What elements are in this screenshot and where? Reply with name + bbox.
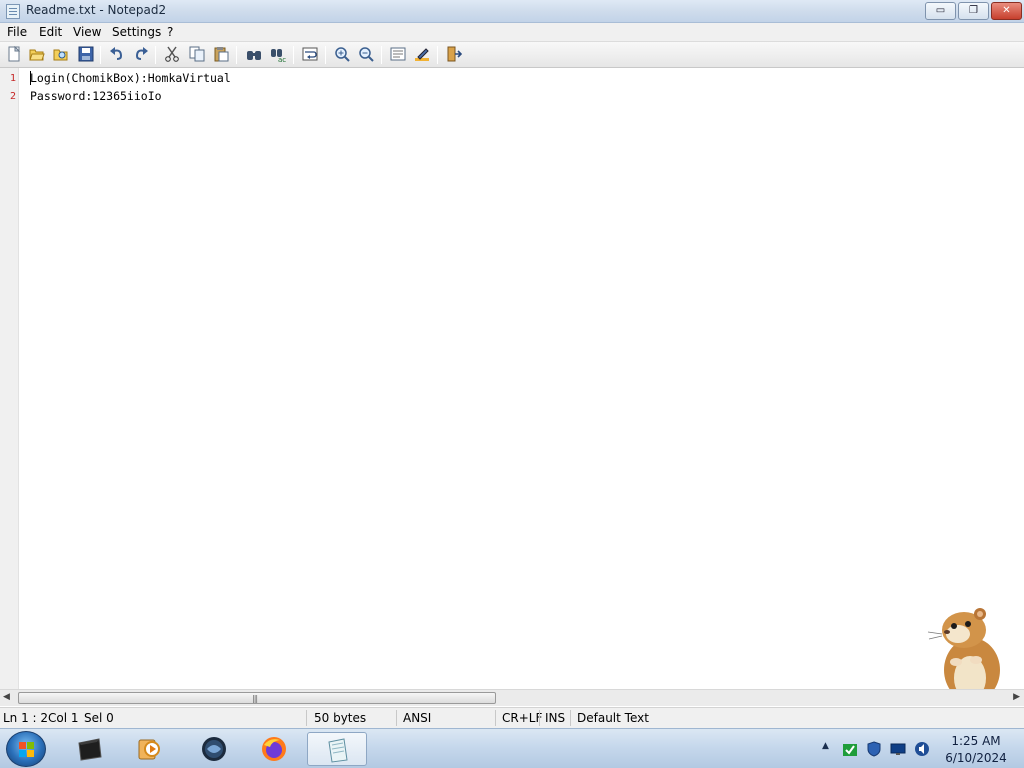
scroll-right-arrow-icon[interactable]: ▶ [1013,692,1020,702]
window-title: Readme.txt - Notepad2 [26,3,167,17]
taskbar-app[interactable] [186,732,242,766]
editor-line[interactable]: Password:12365iioIo [30,89,162,103]
status-bar: Ln 1 : 2 Col 1 Sel 0 50 bytes ANSI CR+LF… [0,707,1024,728]
close-button[interactable]: ✕ [991,2,1022,20]
menu-view[interactable]: View [69,24,105,40]
status-selection: Sel 0 [84,711,114,725]
desktop-screen: Readme.txt - Notepad2 ▭ ❐ ✕ File Edit Vi… [0,0,1024,768]
notepad2-icon [328,738,348,763]
status-insert-mode: INS [545,711,566,725]
cut-icon[interactable] [163,46,181,64]
browse-icon[interactable] [52,46,70,64]
zoom-out-icon[interactable] [357,46,375,64]
save-icon[interactable] [77,46,95,64]
menu-help[interactable]: ? [163,24,177,40]
redo-icon[interactable] [132,46,150,64]
taskbar-notepad2-active[interactable] [307,732,367,766]
exit-icon[interactable] [445,46,463,64]
line-number: 1 [9,73,16,84]
word-wrap-icon[interactable] [301,46,319,64]
show-hidden-icons-button[interactable]: ▲ [822,741,838,757]
status-file-size: 50 bytes [314,711,367,725]
find-icon[interactable] [245,46,263,64]
taskbar-media-player[interactable] [122,732,178,766]
scrollbar-thumb[interactable]: ||| [18,692,496,704]
status-divider [539,710,540,726]
media-player-icon [138,739,160,760]
toolbar-separator [155,46,156,64]
text-editor[interactable]: 1 2 Login(ChomikBox):HomkaVirtual Passwo… [0,68,1024,689]
security-shield-icon[interactable] [866,741,882,757]
new-file-icon[interactable] [5,45,23,64]
clock-time: 1:25 AM [951,734,1001,748]
status-divider [306,710,307,726]
maximize-button[interactable]: ❐ [958,2,989,20]
taskbar: ▲ 1:25 AM 6/10/2024 [0,728,1024,768]
status-divider [396,710,397,726]
firefox-icon [262,737,286,761]
toolbar-separator [325,46,326,64]
network-icon[interactable] [890,741,906,757]
minimize-button[interactable]: ▭ [925,2,956,20]
scheme-icon[interactable] [389,46,407,64]
replace-icon[interactable]: ac [269,46,287,64]
toolbar-separator [437,46,438,64]
open-file-icon[interactable] [28,46,46,64]
paste-icon[interactable] [212,46,230,64]
editor-line[interactable]: Login(ChomikBox):HomkaVirtual [30,71,231,85]
notepad-icon [6,4,20,19]
toolbar: ac [0,42,1024,68]
menu-settings[interactable]: Settings [108,24,165,40]
status-divider [570,710,571,726]
line-number: 2 [9,91,16,102]
line-number-gutter: 1 2 [0,68,19,689]
status-scheme[interactable]: Default Text [577,711,649,725]
taskbar-firefox[interactable] [246,732,302,766]
toolbar-separator [236,46,237,64]
status-divider [495,710,496,726]
scroll-left-arrow-icon[interactable]: ◀ [3,692,10,702]
menu-edit[interactable]: Edit [35,24,66,40]
windows-logo-icon [19,742,35,757]
undo-icon[interactable] [108,46,126,64]
start-button[interactable] [6,731,46,767]
clock-date: 6/10/2024 [945,751,1007,765]
status-encoding[interactable]: ANSI [403,711,431,725]
toolbar-separator [293,46,294,64]
customize-scheme-icon[interactable] [413,46,431,64]
menu-file[interactable]: File [3,24,31,40]
svg-text:ac: ac [278,56,286,62]
volume-icon[interactable] [914,741,930,757]
zoom-in-icon[interactable] [333,46,351,64]
status-line-endings[interactable]: CR+LF [502,711,542,725]
status-column: Col 1 [48,711,79,725]
scrollbar-grip: ||| [252,694,258,703]
toolbar-separator [381,46,382,64]
app-icon [202,737,226,761]
sync-status-icon[interactable] [842,741,858,757]
menu-bar: File Edit View Settings ? [0,23,1024,42]
toolbar-separator [100,46,101,64]
status-line-position: Ln 1 : 2 [3,711,49,725]
text-caret [30,71,31,85]
taskbar-terminal-app[interactable] [62,732,118,766]
taskbar-clock[interactable]: 1:25 AM 6/10/2024 [940,733,1012,767]
title-bar[interactable]: Readme.txt - Notepad2 ▭ ❐ ✕ [0,0,1024,23]
copy-icon[interactable] [188,46,206,64]
horizontal-scrollbar[interactable]: ◀ ||| ▶ [0,689,1024,706]
system-tray: ▲ [818,729,938,768]
terminal-app-icon [78,738,102,761]
